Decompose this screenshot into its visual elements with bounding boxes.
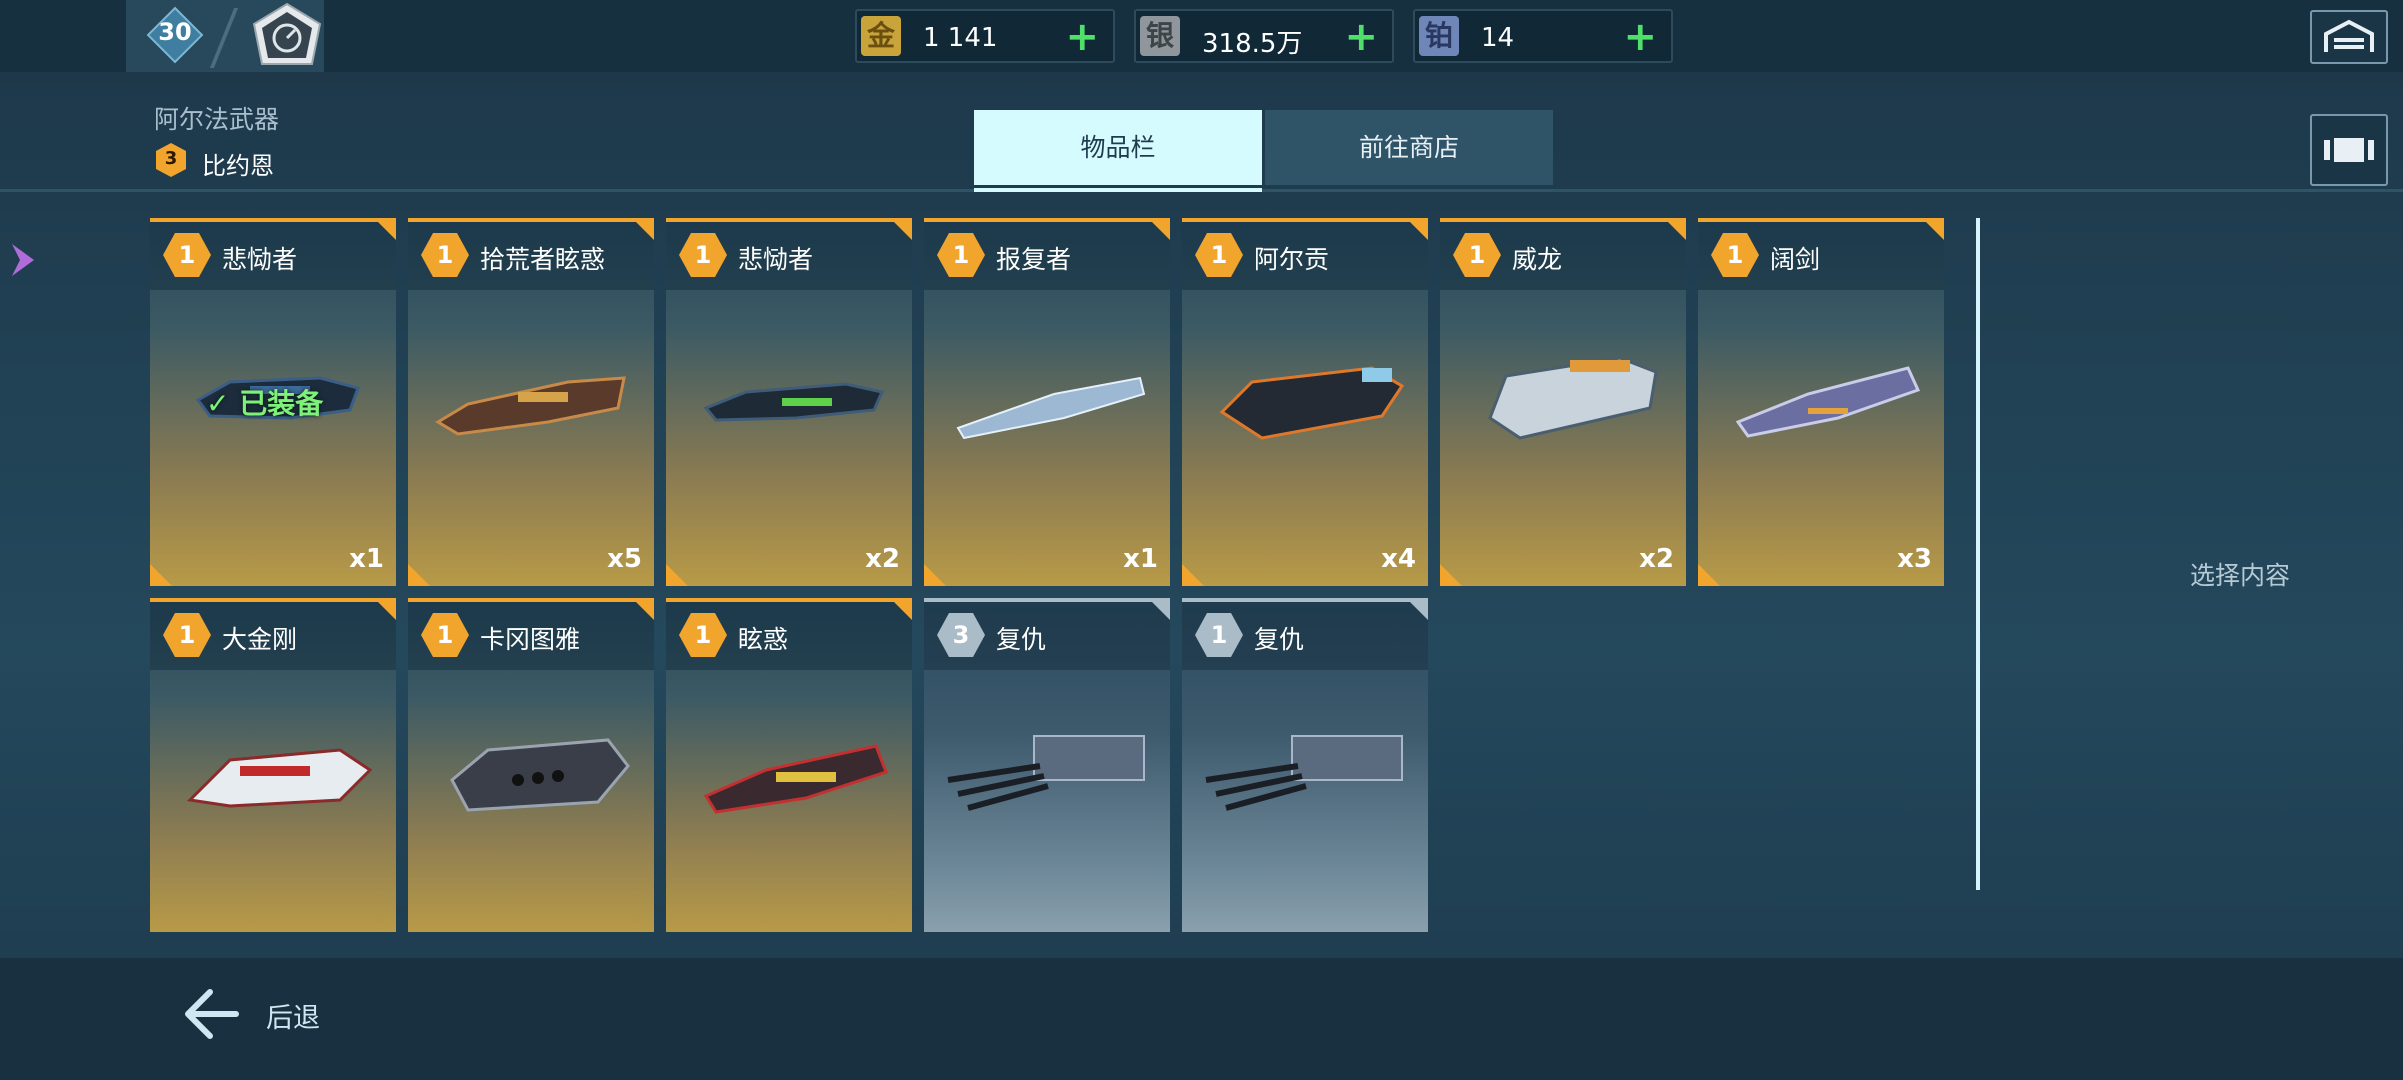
weapon-level: 1 (694, 241, 712, 269)
weapon-image-icon (186, 748, 373, 808)
weapon-card[interactable]: 1 复仇 (1182, 598, 1428, 932)
weapon-name: 悲恸者 (738, 245, 814, 274)
weapon-level: 1 (436, 241, 454, 269)
add-silver-button[interactable]: + (1344, 15, 1378, 59)
weapon-image-icon (703, 744, 888, 814)
robot-name: 比约恩 (202, 152, 274, 180)
back-arrow-icon[interactable] (180, 986, 240, 1042)
weapon-name: 复仇 (996, 625, 1047, 654)
weapon-image-icon (1219, 366, 1405, 440)
weapon-card[interactable]: 1 眩惑 (666, 598, 912, 932)
silver-amount: 318.5万 (1202, 29, 1303, 59)
weapon-image-icon (435, 376, 626, 436)
gold-amount: 1 141 (923, 23, 998, 53)
weapon-card[interactable]: 1 拾荒者眩惑 x5 (408, 218, 654, 586)
bottom-bar (0, 958, 2403, 1080)
weapon-quantity: x4 (1381, 544, 1416, 574)
weapon-card[interactable]: 3 复仇 (924, 598, 1170, 932)
hangar-button[interactable] (2310, 10, 2388, 64)
weapon-card[interactable]: 1 悲恸者 x2 (666, 218, 912, 586)
platinum-amount: 14 (1481, 23, 1515, 53)
weapon-level: 1 (1210, 621, 1228, 649)
weapon-level: 1 (952, 241, 970, 269)
weapon-quantity: x2 (1639, 544, 1674, 574)
weapon-name: 复仇 (1254, 625, 1305, 654)
silver-icon: 银 (1140, 16, 1180, 56)
weapon-card[interactable]: 1 阔剑 x3 (1698, 218, 1944, 586)
select-content-hint: 选择内容 (2189, 561, 2290, 590)
add-platinum-button[interactable]: + (1623, 15, 1657, 59)
weapon-name: 阔剑 (1770, 245, 1821, 274)
equipped-status: ✓ 已装备 (206, 387, 324, 420)
weapon-quantity: x1 (349, 544, 384, 574)
weapon-name: 眩惑 (738, 625, 789, 654)
league-rank-icon[interactable] (250, 2, 324, 70)
weapon-image-icon (947, 735, 1145, 811)
weapon-image-icon (703, 382, 885, 422)
player-level: 30 (158, 18, 192, 46)
hangar-icon (2324, 19, 2374, 52)
weapon-quantity: x3 (1897, 544, 1932, 574)
robot-level: 3 (164, 148, 178, 169)
weapon-card[interactable]: 1 阿尔贡 x4 (1182, 218, 1428, 586)
side-panel-arrow-icon[interactable] (8, 240, 38, 280)
weapon-level: 1 (178, 241, 196, 269)
weapon-level: 1 (1210, 241, 1228, 269)
weapon-name: 威龙 (1512, 245, 1563, 274)
platinum-icon: 铂 (1419, 16, 1459, 56)
weapon-image-icon (1488, 356, 1658, 440)
weapon-name: 阿尔贡 (1254, 245, 1330, 274)
tab-go-to-shop[interactable]: 前往商店 (1265, 110, 1553, 185)
weapon-quantity: x1 (1123, 544, 1158, 574)
weapon-card[interactable]: 1 悲恸者 ✓ 已装备 x1 (150, 218, 396, 586)
weapon-quantity: x2 (865, 544, 900, 574)
weapon-image-icon (450, 738, 630, 812)
weapon-image-icon (1205, 735, 1403, 811)
add-gold-button[interactable]: + (1065, 15, 1099, 59)
weapon-category-title: 阿尔法武器 (154, 105, 280, 134)
weapon-name: 报复者 (996, 245, 1072, 274)
weapon-level: 1 (1468, 241, 1486, 269)
weapon-name: 卡冈图雅 (480, 625, 581, 654)
back-button[interactable]: 后退 (266, 996, 320, 1035)
weapon-name: 拾荒者眩惑 (480, 245, 606, 274)
weapon-quantity: x5 (607, 544, 642, 574)
weapon-level: 1 (1726, 241, 1744, 269)
gold-icon: 金 (861, 16, 901, 56)
weapon-level: 1 (178, 621, 196, 649)
weapon-card[interactable]: 1 卡冈图雅 (408, 598, 654, 932)
weapon-image-icon (956, 376, 1146, 440)
weapon-card[interactable]: 1 大金刚 (150, 598, 396, 932)
platinum-currency: 铂 14 + (1413, 9, 1673, 63)
tab-inventory[interactable]: 物品栏 (974, 110, 1262, 185)
silver-currency: 银 318.5万 + (1134, 9, 1394, 63)
weapon-level: 3 (952, 621, 970, 649)
panel-divider (1976, 218, 1980, 890)
compare-button[interactable] (2310, 114, 2388, 186)
weapon-card[interactable]: 1 威龙 x2 (1440, 218, 1686, 586)
weapon-name: 悲恸者 (222, 245, 298, 274)
gold-currency: 金 1 141 + (855, 9, 1115, 63)
active-tab-indicator (974, 188, 1262, 192)
compare-icon (2324, 138, 2374, 162)
weapon-image-icon (1735, 366, 1921, 438)
weapon-card[interactable]: 1 报复者 x1 (924, 218, 1170, 586)
weapon-level: 1 (436, 621, 454, 649)
weapon-name: 大金刚 (222, 625, 298, 654)
weapon-level: 1 (694, 621, 712, 649)
